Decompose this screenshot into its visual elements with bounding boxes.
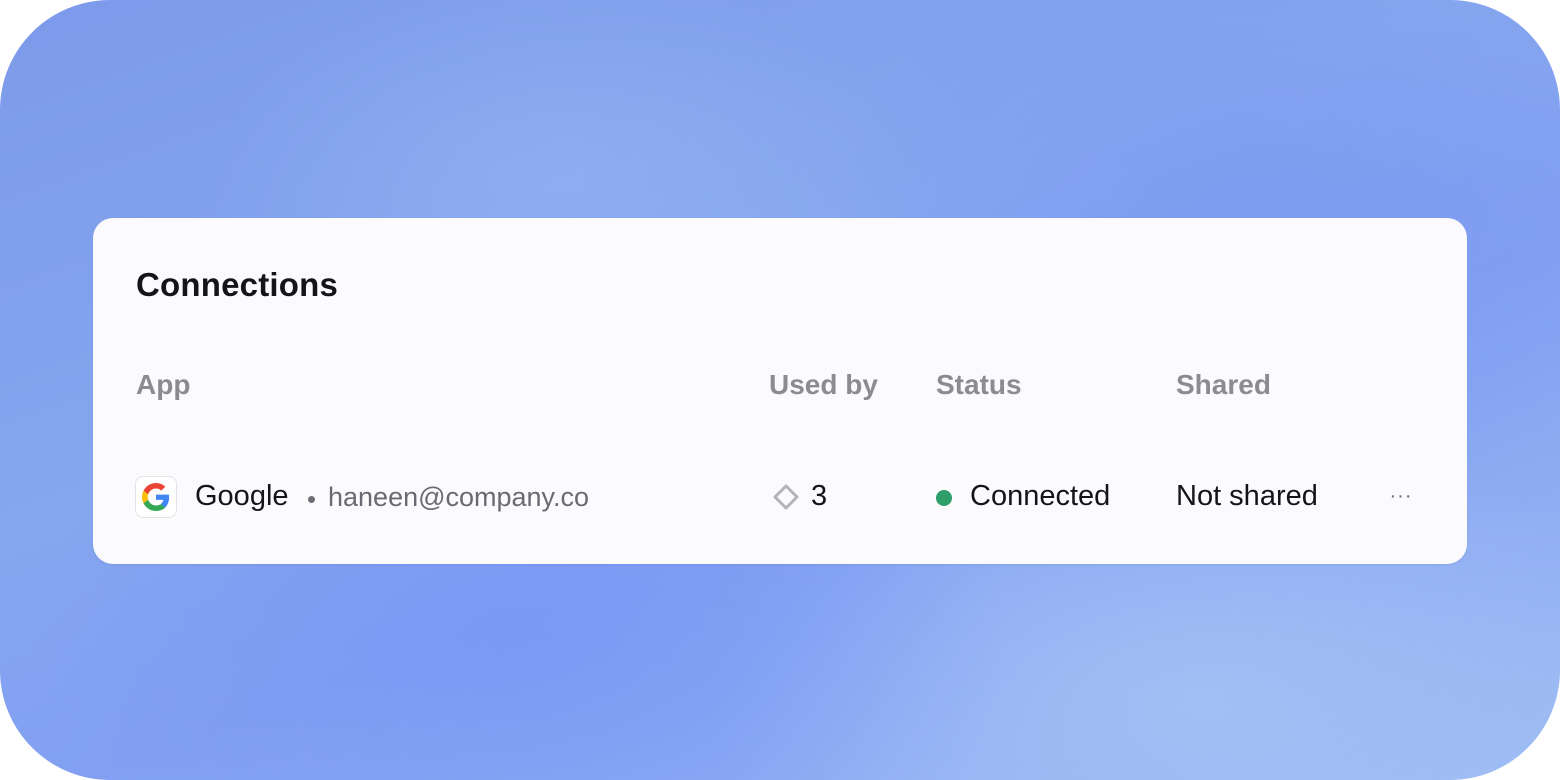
app-name: Google (195, 480, 289, 512)
column-header-app: App (136, 369, 191, 400)
table-row[interactable]: Google haneen@company.co 3 Connected Not… (93, 470, 1467, 526)
diamond-link-icon (773, 484, 799, 510)
google-icon (135, 476, 177, 518)
column-header-used-by: Used by (769, 369, 878, 400)
separator-dot (308, 496, 315, 503)
column-header-status: Status (936, 369, 1022, 400)
column-header-shared: Shared (1176, 369, 1271, 400)
status-indicator (936, 490, 952, 506)
more-options-button[interactable]: ··· (1383, 480, 1419, 512)
status-label: Connected (970, 480, 1111, 512)
shared-label: Not shared (1176, 480, 1318, 512)
connections-panel: Connections App Used by Status Shared Go… (93, 218, 1467, 564)
panel-title: Connections (136, 266, 339, 303)
background-frame: Connections App Used by Status Shared Go… (0, 0, 1560, 780)
account-email: haneen@company.co (328, 482, 590, 512)
used-by-count: 3 (811, 480, 828, 512)
